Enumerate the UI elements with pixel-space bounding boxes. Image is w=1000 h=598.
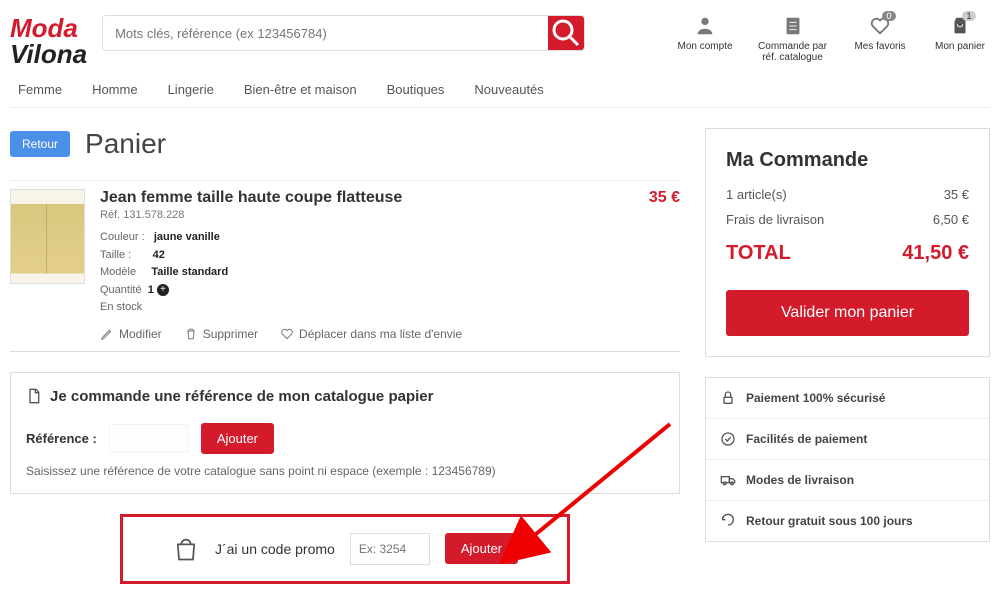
cart-item: Jean femme taille haute coupe flatteuse … bbox=[10, 180, 680, 352]
search-bar bbox=[102, 15, 585, 51]
catalog-hint: Saisissez une référence de votre catalog… bbox=[26, 464, 664, 478]
check-circle-icon bbox=[720, 431, 736, 447]
info-delivery[interactable]: Modes de livraison bbox=[706, 460, 989, 501]
pencil-icon bbox=[100, 327, 114, 341]
truck-icon bbox=[720, 472, 736, 488]
catalog-icon bbox=[782, 15, 804, 37]
order-title: Ma Commande bbox=[726, 149, 969, 172]
lock-icon bbox=[720, 390, 736, 406]
order-summary: Ma Commande 1 article(s)35 € Frais de li… bbox=[705, 128, 990, 357]
nav-lingerie[interactable]: Lingerie bbox=[168, 82, 214, 97]
search-icon bbox=[548, 15, 584, 51]
ref-label: Référence : bbox=[26, 431, 97, 446]
logo[interactable]: Moda Vilona bbox=[10, 15, 87, 67]
favorites-link[interactable]: 0 Mes favoris bbox=[850, 15, 910, 63]
promo-input[interactable] bbox=[350, 533, 430, 565]
heart-icon bbox=[280, 327, 294, 341]
qty-plus-icon[interactable]: + bbox=[157, 284, 169, 296]
info-payment-options[interactable]: Facilités de paiement bbox=[706, 419, 989, 460]
validate-cart-button[interactable]: Valider mon panier bbox=[726, 290, 969, 336]
nav-homme[interactable]: Homme bbox=[92, 82, 138, 97]
catalog-ref-input[interactable] bbox=[109, 424, 189, 453]
account-link[interactable]: Mon compte bbox=[675, 15, 735, 63]
search-input[interactable] bbox=[103, 16, 548, 50]
user-icon bbox=[694, 15, 716, 37]
cart-link[interactable]: 1 Mon panier bbox=[930, 15, 990, 63]
promo-panel: J´ai un code promo Ajouter bbox=[120, 514, 570, 584]
trash-icon bbox=[184, 327, 198, 341]
bag-icon bbox=[172, 535, 200, 563]
document-icon bbox=[26, 388, 42, 404]
nav-bienetre[interactable]: Bien-être et maison bbox=[244, 82, 357, 97]
info-returns[interactable]: Retour gratuit sous 100 jours bbox=[706, 501, 989, 541]
product-price: 35 € bbox=[649, 189, 680, 341]
catalog-order-link[interactable]: Commande par réf. catalogue bbox=[755, 15, 830, 63]
favorites-badge: 0 bbox=[882, 11, 896, 21]
back-button[interactable]: Retour bbox=[10, 131, 70, 157]
delete-action[interactable]: Supprimer bbox=[184, 327, 258, 341]
nav-femme[interactable]: Femme bbox=[18, 82, 62, 97]
promo-add-button[interactable]: Ajouter bbox=[445, 533, 518, 564]
product-name: Jean femme taille haute coupe flatteuse bbox=[100, 189, 634, 207]
nav-boutiques[interactable]: Boutiques bbox=[387, 82, 445, 97]
wishlist-action[interactable]: Déplacer dans ma liste d'envie bbox=[280, 327, 462, 341]
main-nav: Femme Homme Lingerie Bien-être et maison… bbox=[10, 72, 990, 108]
stock-status: En stock bbox=[100, 299, 634, 317]
cart-badge: 1 bbox=[962, 11, 976, 21]
page-title: Panier bbox=[85, 128, 166, 160]
product-ref: Réf. 131.578.228 bbox=[100, 209, 634, 221]
catalog-add-button[interactable]: Ajouter bbox=[201, 423, 274, 454]
search-button[interactable] bbox=[548, 16, 584, 50]
return-icon bbox=[720, 513, 736, 529]
product-image[interactable] bbox=[10, 189, 85, 284]
nav-nouveautes[interactable]: Nouveautés bbox=[474, 82, 543, 97]
promo-label: J´ai un code promo bbox=[215, 541, 335, 557]
info-list: Paiement 100% sécurisé Facilités de paie… bbox=[705, 377, 990, 542]
modify-action[interactable]: Modifier bbox=[100, 327, 162, 341]
info-secure-payment[interactable]: Paiement 100% sécurisé bbox=[706, 378, 989, 419]
catalog-order-panel: Je commande une référence de mon catalog… bbox=[10, 372, 680, 494]
catalog-panel-title: Je commande une référence de mon catalog… bbox=[50, 388, 433, 405]
